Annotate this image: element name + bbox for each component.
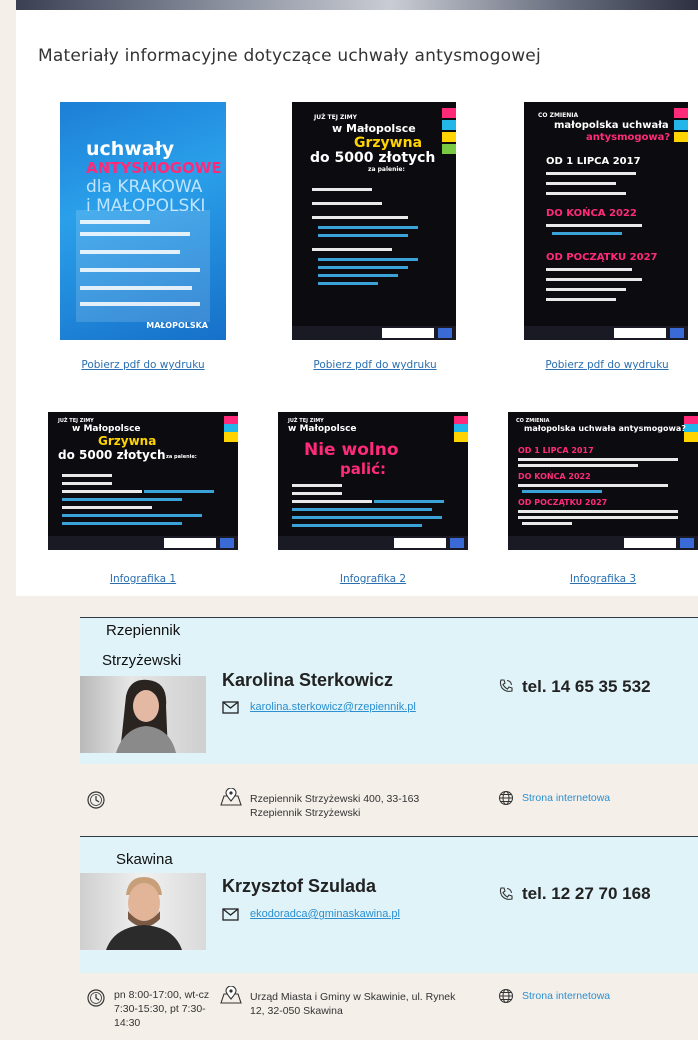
- infographic-link[interactable]: Infografika 3: [508, 573, 698, 585]
- malopolska-logo: [164, 538, 216, 548]
- material-card: CO ZMIENIA małopolska uchwała antysmogow…: [508, 412, 698, 552]
- advisor-photo: [80, 873, 206, 950]
- header-image-strip: [16, 0, 698, 10]
- poster-thumbnail[interactable]: uchwały ANTYSMOGOWE dla KRAKOWA i MAŁOPO…: [60, 102, 226, 340]
- poster-line: JUŻ TEJ ZIMY: [314, 114, 357, 121]
- poster-line: OD 1 LIPCA 2017: [546, 156, 641, 167]
- section-title: Materiały informacyjne dotyczące uchwały…: [38, 46, 541, 66]
- material-card: JUŻ TEJ ZIMY w Małopolsce Grzywna do 500…: [292, 102, 458, 342]
- poster-line: Nie wolno: [304, 440, 399, 460]
- material-card: uchwały ANTYSMOGOWE dla KRAKOWA i MAŁOPO…: [60, 102, 226, 342]
- poster-line: ANTYSMOGOWE: [86, 159, 222, 177]
- malopolska-logo: [382, 328, 434, 338]
- infographic-thumbnail[interactable]: CO ZMIENIA małopolska uchwała antysmogow…: [508, 412, 698, 550]
- advisor-hours: pn 8:00-17:00, wt-cz 7:30-15:30, pt 7:30…: [114, 989, 210, 1029]
- advisor-city: Strzyżewski: [102, 652, 182, 669]
- poster-line: Grzywna: [98, 434, 157, 448]
- portrait-avatar: [106, 877, 182, 950]
- poster-line: DO KOŃCA 2022: [518, 472, 591, 481]
- malopolska-logo: [394, 538, 446, 548]
- clock-icon: [87, 791, 105, 809]
- infographic-thumbnail[interactable]: JUŻ TEJ ZIMY w Małopolsce Grzywna do 500…: [48, 412, 238, 550]
- poster-line: OD POCZĄTKU 2027: [546, 252, 658, 263]
- advisor-address: Urząd Miasta i Gminy w Skawinie, ul. Ryn…: [250, 991, 456, 1017]
- poster-thumbnail[interactable]: JUŻ TEJ ZIMY w Małopolsce Grzywna do 500…: [292, 102, 456, 340]
- envelope-icon: [222, 701, 239, 714]
- envelope-icon: [222, 908, 239, 921]
- poster-line: do 5000 złotych: [310, 150, 436, 166]
- map-pin-icon: [220, 986, 242, 1004]
- material-card: JUŻ TEJ ZIMY w Małopolsce Nie wolno pali…: [278, 412, 468, 552]
- poster-line: w Małopolsce: [332, 122, 416, 135]
- phone-icon: [499, 887, 513, 900]
- advisor-city: Rzepiennik: [106, 622, 181, 639]
- malopolska-logo: [624, 538, 676, 548]
- download-pdf-link[interactable]: Pobierz pdf do wydruku: [524, 359, 690, 371]
- poster-line: do 5000 złotych: [58, 448, 166, 462]
- clock-icon: [87, 989, 105, 1007]
- poster-line: małopolska uchwała: [554, 120, 669, 131]
- poster-line: DO KOŃCA 2022: [546, 208, 637, 219]
- poster-line: OD 1 LIPCA 2017: [518, 446, 594, 455]
- poster-line: CO ZMIENIA: [538, 112, 579, 119]
- poster-line: w Małopolsce: [72, 424, 141, 434]
- infographic-link[interactable]: Infografika 2: [278, 573, 468, 585]
- malopolska-logo: [614, 328, 666, 338]
- advisor-email-link[interactable]: ekodoradca@gminaskawina.pl: [250, 908, 400, 920]
- materials-section: Materiały informacyjne dotyczące uchwały…: [16, 0, 698, 596]
- poster-thumbnail[interactable]: CO ZMIENIA małopolska uchwała antysmogow…: [524, 102, 688, 340]
- advisor-address: Rzepiennik Strzyżewski 400, 33-163 Rzepi…: [250, 793, 420, 819]
- poster-line: małopolska uchwała antysmogowa?: [524, 424, 686, 433]
- portrait-avatar: [116, 679, 176, 753]
- advisor-city: Skawina: [116, 851, 173, 868]
- advisor-name: Karolina Sterkowicz: [222, 670, 394, 690]
- poster-line: antysmogowa?: [586, 132, 671, 143]
- poster-line: dla KRAKOWA: [86, 177, 203, 197]
- poster-line: palić:: [340, 460, 387, 478]
- poster-line: Grzywna: [354, 135, 423, 151]
- map-pin-icon: [220, 788, 242, 806]
- advisor-website-link[interactable]: Strona internetowa: [522, 792, 610, 804]
- advisor-email-link[interactable]: karolina.sterkowicz@rzepiennik.pl: [250, 701, 416, 713]
- advisor-website-link[interactable]: Strona internetowa: [522, 990, 610, 1002]
- poster-line: w Małopolsce: [288, 424, 357, 434]
- globe-icon: [499, 989, 513, 1003]
- poster-line: za palenie:: [368, 166, 405, 173]
- advisor-phone[interactable]: tel. 12 27 70 168: [522, 884, 651, 904]
- infographic-thumbnail[interactable]: JUŻ TEJ ZIMY w Małopolsce Nie wolno pali…: [278, 412, 468, 550]
- poster-line: OD POCZĄTKU 2027: [518, 498, 608, 507]
- advisor-photo: [80, 676, 206, 753]
- advisors-section: Rzepiennik Strzyżewski Karolina Sterkowi…: [0, 600, 698, 1040]
- advisor-name: Krzysztof Szulada: [222, 876, 377, 896]
- infographic-link[interactable]: Infografika 1: [48, 573, 238, 585]
- globe-icon: [499, 791, 513, 805]
- advisor-phone[interactable]: tel. 14 65 35 532: [522, 677, 651, 697]
- download-pdf-link[interactable]: Pobierz pdf do wydruku: [292, 359, 458, 371]
- poster-line: za palenie:: [166, 454, 197, 460]
- poster-line: uchwały: [86, 138, 175, 160]
- download-pdf-link[interactable]: Pobierz pdf do wydruku: [60, 359, 226, 371]
- phone-icon: [499, 679, 513, 692]
- material-card: JUŻ TEJ ZIMY w Małopolsce Grzywna do 500…: [48, 412, 238, 552]
- material-card: CO ZMIENIA małopolska uchwała antysmogow…: [524, 102, 690, 342]
- malopolska-logo: MAŁOPOLSKA: [146, 321, 208, 330]
